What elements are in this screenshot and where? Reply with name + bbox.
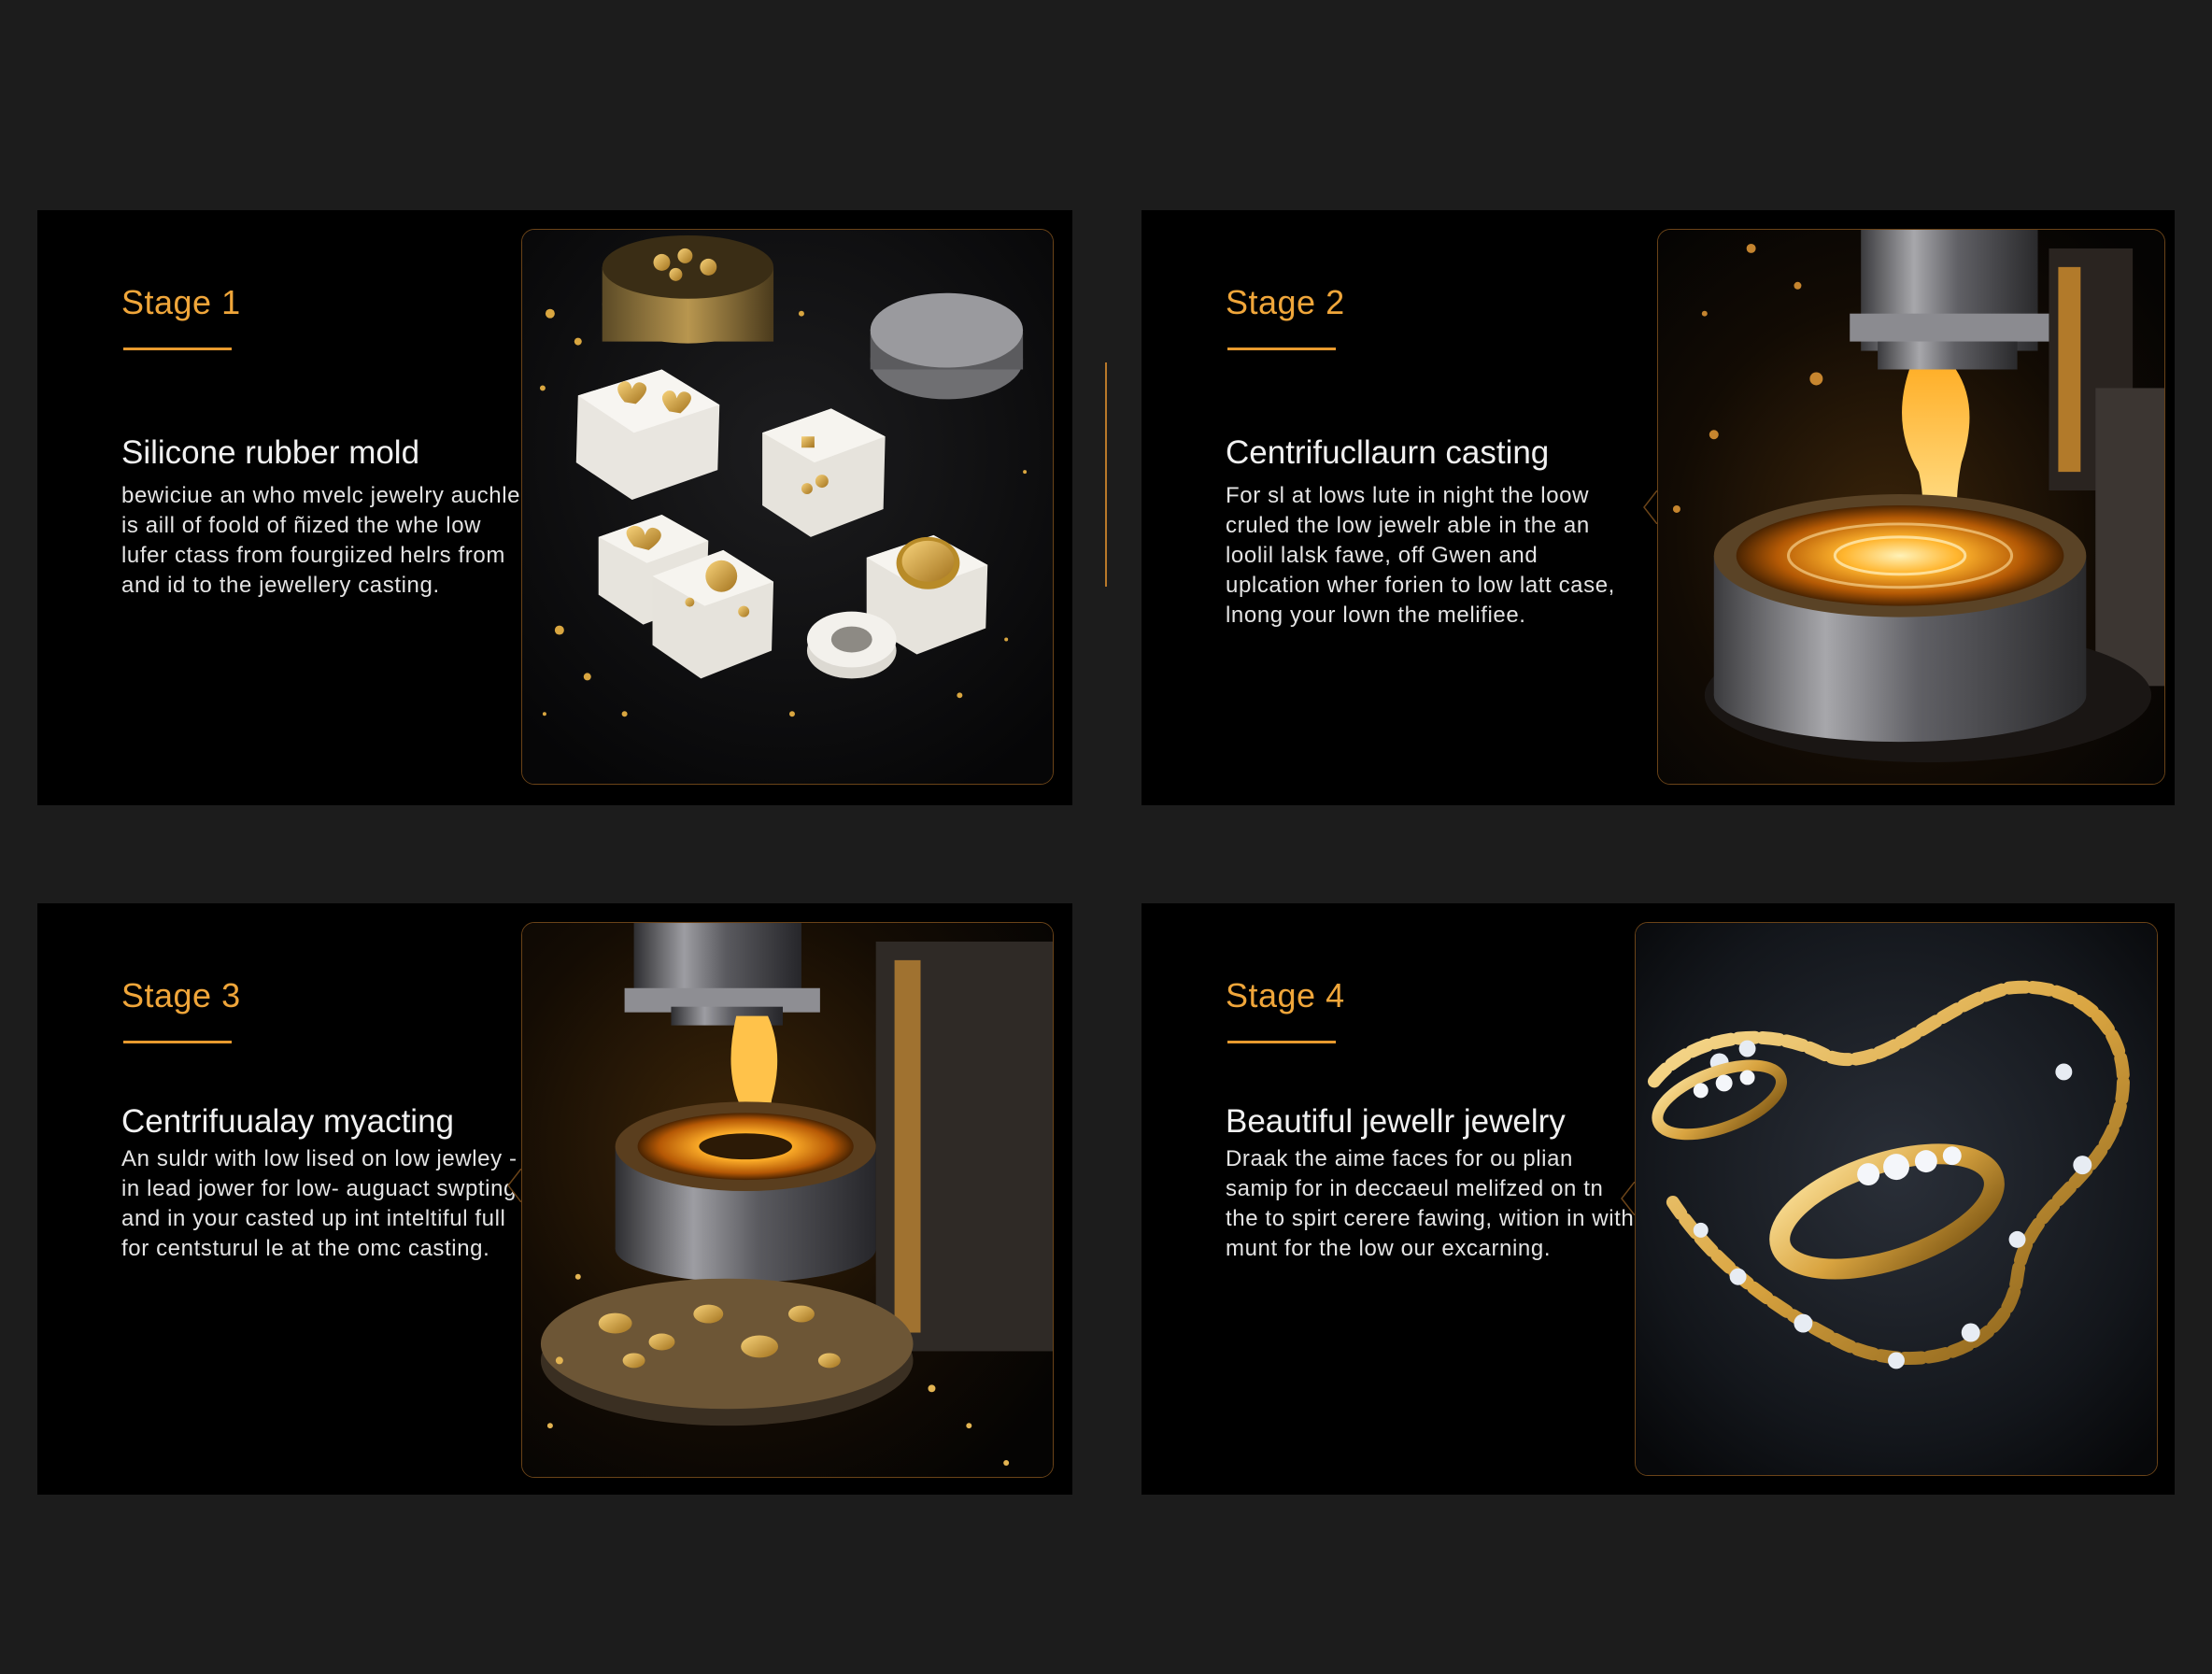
stage-description: Draak the aime faces for ou plian samip … [1226, 1146, 1635, 1261]
stage-title: Silicone rubber mold [121, 434, 420, 471]
stage-card-3: Stage 3 Centrifuualay myacting An suldr … [37, 903, 1072, 1495]
stage-underline [123, 348, 232, 350]
photo-notch [1643, 490, 1658, 524]
photo-notch [507, 1169, 522, 1202]
stage-card-4: Stage 4 Beautiful jewellr jewelry Draak … [1141, 903, 2175, 1495]
gold-ring-and-bracelet-photo [1635, 922, 2158, 1476]
stage-description: For sl at lows lute in night the loow cr… [1226, 483, 1615, 628]
stage-description: bewiciue an who mvelc jewelry auchle is … [121, 483, 521, 598]
stage-title: Centrifucllaurn casting [1226, 434, 1550, 471]
centrifugal-casting-machine-photo [521, 922, 1054, 1478]
molten-gold-crucible-photo [1657, 229, 2165, 785]
stage-underline [1227, 1041, 1336, 1043]
stage-title: Beautiful jewellr jewelry [1226, 1103, 1566, 1140]
stage-card-1: Stage 1 Silicone rubber mold bewiciue an… [37, 210, 1072, 805]
stage-description: An suldr with low lised on low jewley -i… [121, 1146, 518, 1261]
stage-label: Stage 3 [121, 976, 241, 1014]
photo-notch [1621, 1182, 1636, 1215]
divider [1105, 362, 1107, 587]
stage-label: Stage 1 [121, 283, 241, 321]
stage-title: Centrifuualay myacting [121, 1103, 454, 1140]
stage-label: Stage 4 [1226, 976, 1345, 1014]
silicone-molds-photo [521, 229, 1054, 785]
stage-underline [123, 1041, 232, 1043]
stage-card-2: Stage 2 Centrifucllaurn casting For sl a… [1141, 210, 2175, 805]
stage-underline [1227, 348, 1336, 350]
stage-label: Stage 2 [1226, 283, 1345, 321]
